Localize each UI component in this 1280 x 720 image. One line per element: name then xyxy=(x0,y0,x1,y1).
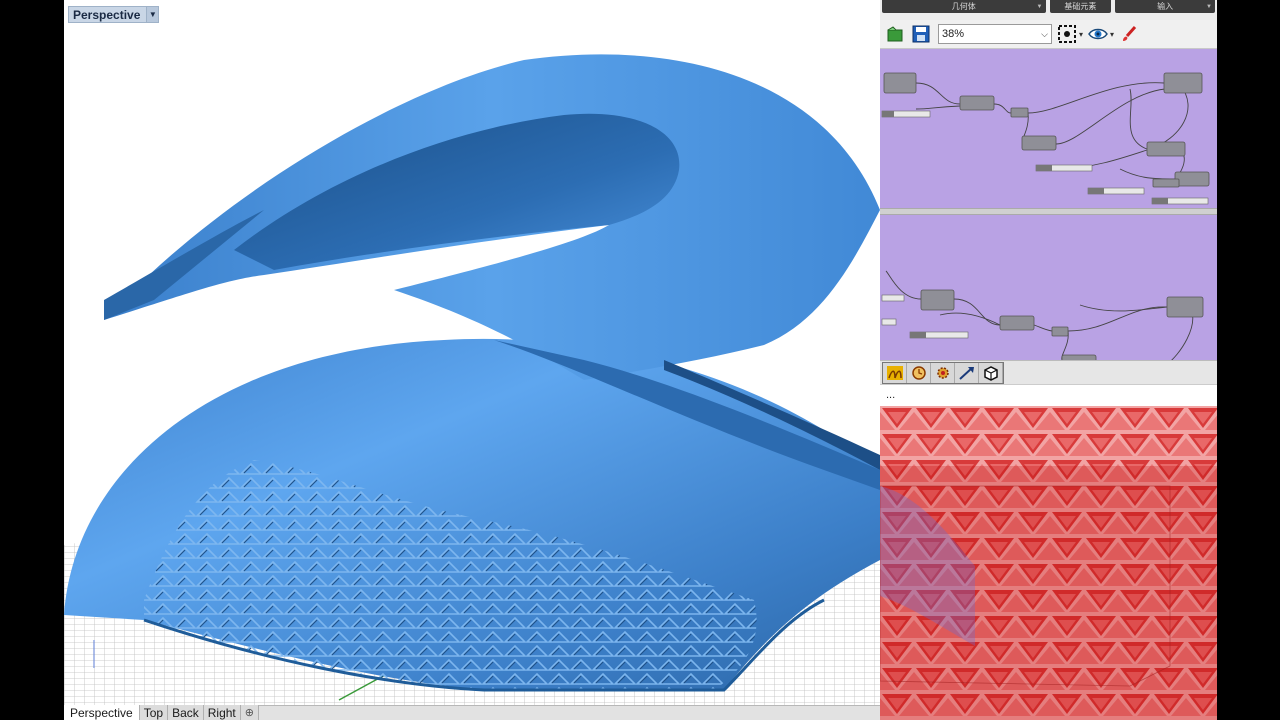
category-tab-geometry[interactable]: 几何体 ▼ xyxy=(882,0,1046,13)
plus-icon[interactable]: ⊕ xyxy=(240,705,259,720)
gh-component xyxy=(1146,141,1186,157)
zoom-value: 38% xyxy=(942,28,965,40)
tab-label: Right xyxy=(207,705,236,720)
tab-right[interactable]: Right xyxy=(203,705,241,720)
viewport-tabs: Perspective Top Back Right ⊕ xyxy=(64,705,880,720)
tab-label: Top xyxy=(143,705,164,720)
component-category-tabs: 几何体 ▼ 基础元素 输入 ▼ xyxy=(880,0,1217,20)
gear-icon[interactable] xyxy=(931,363,955,383)
eye-icon[interactable] xyxy=(1087,23,1109,45)
category-tab-primitive[interactable]: 基础元素 xyxy=(1049,0,1112,13)
timer-icon[interactable] xyxy=(907,363,931,383)
widget-icon-row xyxy=(882,362,1004,384)
tab-label: Back xyxy=(172,705,199,720)
arrow-icon[interactable] xyxy=(955,363,979,383)
tab-back[interactable]: Back xyxy=(168,705,204,720)
gh-component xyxy=(1051,326,1069,337)
gh-component xyxy=(1010,107,1029,118)
gh-component xyxy=(999,315,1035,331)
chevron-down-icon[interactable]: ▾ xyxy=(1079,30,1083,39)
chevron-down-icon[interactable]: ▾ xyxy=(1110,30,1114,39)
category-label: 基础元素 xyxy=(1064,2,1097,11)
screen-right-margin xyxy=(1217,0,1280,720)
status-text: ... xyxy=(886,389,896,401)
definition-canvas-bottom[interactable] xyxy=(880,215,1217,360)
canvas-toolbar: 38% ⌵ ▾ ▾ xyxy=(880,20,1217,49)
status-bar: ... xyxy=(880,384,1217,406)
gh-component xyxy=(1163,72,1203,94)
category-label: 输入 xyxy=(1157,2,1174,11)
red-panel-preview xyxy=(880,406,1217,720)
save-icon[interactable] xyxy=(910,23,932,45)
gh-component xyxy=(920,289,955,311)
canvas-bottom-bar xyxy=(880,360,1217,384)
paint-brush-icon[interactable] xyxy=(1118,23,1140,45)
definition-canvas-top[interactable] xyxy=(880,49,1217,208)
gh-component xyxy=(883,72,917,94)
perspective-viewport[interactable]: Perspective ▼ xyxy=(64,0,880,705)
zoom-select[interactable]: 38% ⌵ xyxy=(938,24,1052,44)
open-file-icon[interactable] xyxy=(884,23,906,45)
chevron-down-icon: ⌵ xyxy=(1041,28,1048,39)
chevron-down-icon: ▼ xyxy=(1036,3,1043,10)
viewport-title-label[interactable]: Perspective ▼ xyxy=(68,6,160,23)
category-tab-input[interactable]: 输入 ▼ xyxy=(1115,0,1215,13)
category-label: 几何体 xyxy=(951,2,976,11)
canvas-splitter[interactable] xyxy=(880,208,1217,215)
tab-top[interactable]: Top xyxy=(139,705,169,720)
triangle-down-icon[interactable]: ▼ xyxy=(146,7,159,22)
chevron-down-icon: ▼ xyxy=(1206,3,1212,10)
gh-component xyxy=(959,95,995,111)
gh-component xyxy=(1021,135,1057,151)
gh-component xyxy=(1166,296,1204,318)
spectrum-icon[interactable] xyxy=(883,363,907,383)
tab-label: Perspective xyxy=(70,705,133,720)
box-icon[interactable] xyxy=(979,363,1003,383)
gh-component xyxy=(1174,171,1210,187)
viewport-scene[interactable] xyxy=(64,0,880,705)
tab-perspective[interactable]: Perspective xyxy=(64,705,140,720)
viewport-title: Perspective xyxy=(73,7,141,22)
grasshopper-panel: 几何体 ▼ 基础元素 输入 ▼ 38% ⌵ ▾ ▾ ... xyxy=(880,0,1217,720)
gh-component xyxy=(1152,178,1180,188)
sketch-selection-icon[interactable] xyxy=(1056,23,1078,45)
